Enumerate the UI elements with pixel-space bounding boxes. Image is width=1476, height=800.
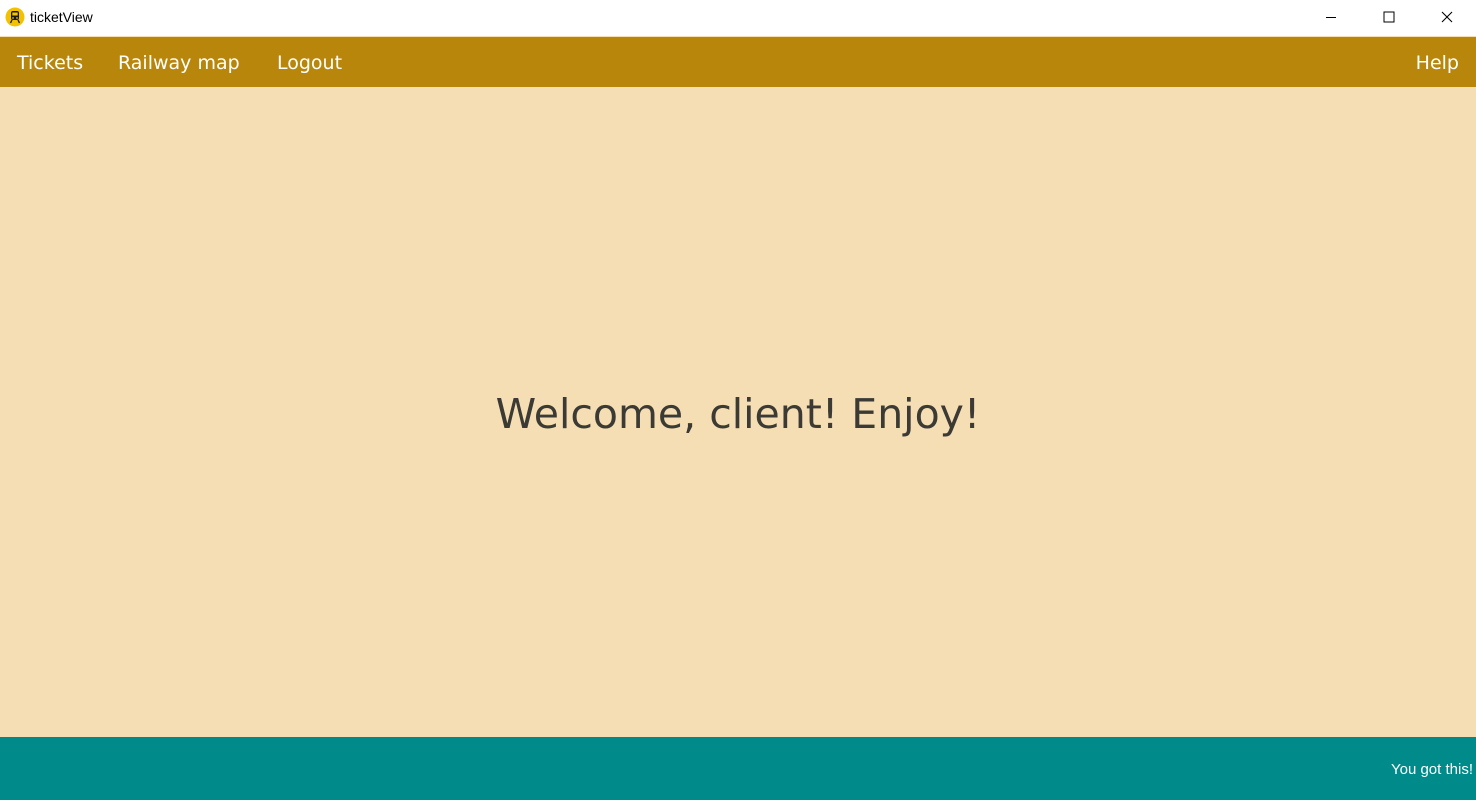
welcome-message: Welcome, client! Enjoy!: [495, 390, 981, 438]
footer-message: You got this!: [1390, 761, 1473, 778]
footer-bar: You got this!: [0, 737, 1476, 800]
minimize-icon: [1325, 8, 1337, 27]
maximize-icon: [1383, 8, 1395, 27]
maximize-button[interactable]: [1360, 0, 1418, 34]
window-title: ticketView: [30, 9, 93, 25]
minimize-button[interactable]: [1302, 0, 1360, 34]
close-icon: [1441, 8, 1453, 27]
nav-item-logout[interactable]: Logout: [277, 37, 342, 87]
main-content: Welcome, client! Enjoy!: [0, 87, 1476, 737]
title-bar[interactable]: ticketView: [0, 0, 1476, 36]
nav-item-railway-map[interactable]: Railway map: [118, 37, 240, 87]
nav-bar: Tickets Railway map Logout Help: [0, 37, 1476, 87]
train-icon: [5, 7, 25, 27]
app-window: ticketView Tickets Railway map Logout He…: [0, 0, 1476, 800]
nav-item-tickets[interactable]: Tickets: [17, 37, 83, 87]
nav-item-help[interactable]: Help: [1416, 37, 1459, 87]
close-button[interactable]: [1418, 0, 1476, 34]
